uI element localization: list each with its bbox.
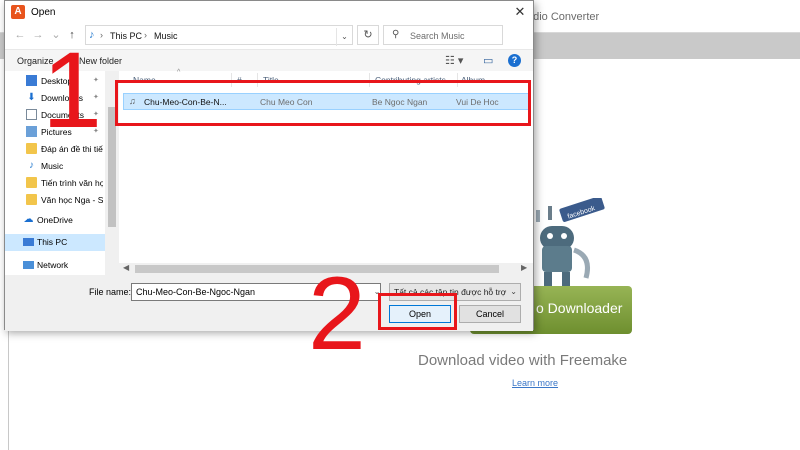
file-name-label: File name: [89,287,132,297]
nav-item-label: Music [41,161,64,171]
app-logo-icon: A [11,5,25,19]
network-icon [23,261,34,269]
breadcrumb-separator-icon[interactable]: › [144,30,147,40]
music-icon: ♪ [29,160,34,171]
app-title: udio Converter [527,11,600,23]
nav-item-folder-tien-trinh[interactable]: Tiến trình văn họ [5,175,105,192]
dialog-title: Open [31,7,56,18]
highlight-box-open [378,293,457,330]
pictures-icon [26,126,37,137]
nav-item-folder-van-hoc[interactable]: Văn học Nga - Sl [5,192,105,209]
breadcrumb-this-pc[interactable]: This PC [110,31,142,41]
address-bar[interactable]: ♪ › This PC › Music ⌄ [85,25,353,46]
file-name-value: Chu-Meo-Con-Be-Ngoc-Ngan [136,287,256,297]
help-icon[interactable]: ? [508,54,521,67]
change-view-icon[interactable]: ☷ ▾ [445,54,463,67]
nav-item-label: Văn học Nga - Sl [41,195,103,205]
dialog-titlebar: A Open ✕ [5,1,533,23]
nav-item-label: OneDrive [37,215,73,225]
breadcrumb-music[interactable]: Music [154,31,178,41]
scroll-left-icon[interactable]: ◀ [123,263,129,272]
preview-pane-icon[interactable]: ▭ [483,54,493,67]
nav-item-label: This PC [37,237,68,247]
scroll-right-icon[interactable]: ▶ [521,263,527,272]
folder-icon [26,143,37,154]
folder-icon [26,194,37,205]
folder-icon [26,177,37,188]
download-headline: Download video with Freemake [418,352,628,369]
search-icon: ⚲ [392,29,400,40]
step-number-2: 2 [308,256,366,372]
desktop-icon [26,75,37,86]
nav-item-label: Tiến trình văn họ [41,178,103,188]
highlight-box-file [115,80,531,126]
this-pc-icon [23,238,34,246]
learn-more-link[interactable]: Learn more [512,378,558,388]
nav-item-label: Network [37,260,69,270]
cancel-button[interactable]: Cancel [459,305,521,323]
step-number-1: 1 [42,29,103,150]
nav-item-this-pc[interactable]: This PC [5,234,105,251]
sort-ascending-icon: ^ [177,69,181,76]
nav-item-network[interactable]: Network [5,257,105,274]
documents-icon [26,109,37,120]
back-arrow-icon[interactable]: ← [13,27,27,43]
video-downloader-label: o Downloader [536,300,623,316]
search-placeholder: Search Music [410,31,465,41]
address-dropdown-icon[interactable]: ⌄ [336,28,352,46]
refresh-icon[interactable]: ↻ [357,25,379,45]
downloads-icon: ⬇ [27,92,36,103]
nav-item-onedrive[interactable]: ☁ OneDrive [5,212,105,229]
chevron-down-icon: ⌄ [510,287,517,296]
search-box[interactable]: ⚲ Search Music [383,25,503,45]
screenshot-stage: { "background_app": { "title_fragment": … [0,0,800,450]
onedrive-icon: ☁ [23,214,34,225]
nav-item-music[interactable]: ♪ Music [5,158,105,175]
close-icon[interactable]: ✕ [509,2,531,22]
